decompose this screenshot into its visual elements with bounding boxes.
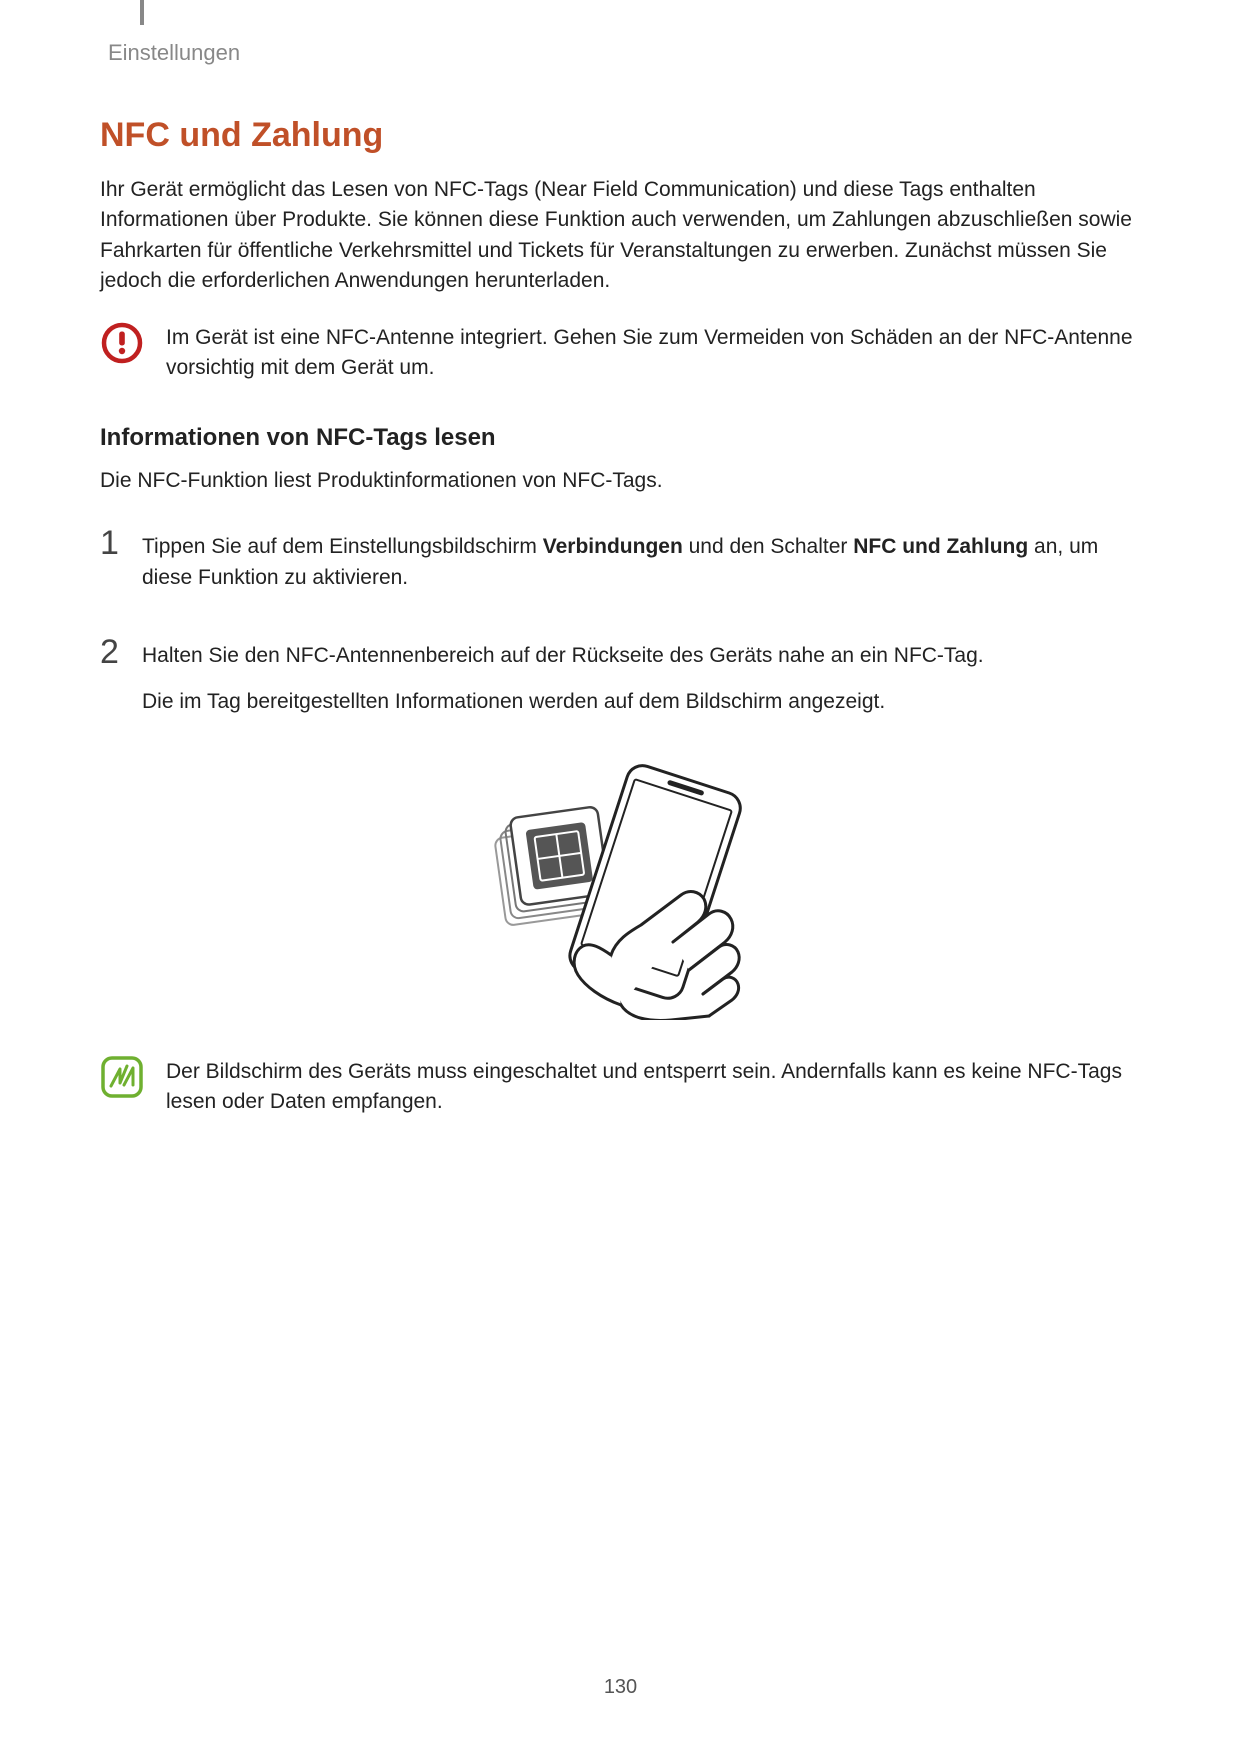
- step-text: und den Schalter: [683, 535, 853, 558]
- step-content: Tippen Sie auf dem Einstellungsbildschir…: [142, 526, 1141, 609]
- step-bold-text: NFC und Zahlung: [853, 535, 1028, 558]
- section-subtitle: Informationen von NFC-Tags lesen: [100, 424, 1141, 452]
- page-title: NFC und Zahlung: [100, 116, 1141, 155]
- warning-text: Im Gerät ist eine NFC-Antenne integriert…: [166, 321, 1141, 384]
- note-block: Der Bildschirm des Geräts muss eingescha…: [100, 1055, 1141, 1118]
- step-number: 2: [100, 635, 124, 669]
- section-intro: Die NFC-Funktion liest Produktinformatio…: [100, 466, 1141, 496]
- nfc-phone-illustration: [471, 760, 771, 1020]
- warning-icon: [100, 321, 144, 365]
- step-bold-text: Verbindungen: [543, 535, 683, 558]
- step-item: 2 Halten Sie den NFC-Antennenbereich auf…: [100, 635, 1141, 734]
- step-content: Halten Sie den NFC-Antennenbereich auf d…: [142, 635, 984, 734]
- note-text: Der Bildschirm des Geräts muss eingescha…: [166, 1055, 1141, 1118]
- page-number: 130: [0, 1676, 1241, 1699]
- illustration-container: [100, 760, 1141, 1020]
- step-item: 1 Tippen Sie auf dem Einstellungsbildsch…: [100, 526, 1141, 609]
- step-text: Die im Tag bereitgestellten Informatione…: [142, 687, 984, 717]
- step-text: Tippen Sie auf dem Einstellungsbildschir…: [142, 535, 543, 558]
- step-number: 1: [100, 526, 124, 560]
- note-icon: [100, 1055, 144, 1099]
- breadcrumb: Einstellungen: [108, 40, 1141, 66]
- warning-block: Im Gerät ist eine NFC-Antenne integriert…: [100, 321, 1141, 384]
- step-text: Halten Sie den NFC-Antennenbereich auf d…: [142, 641, 984, 671]
- intro-paragraph: Ihr Gerät ermöglicht das Lesen von NFC-T…: [100, 175, 1141, 297]
